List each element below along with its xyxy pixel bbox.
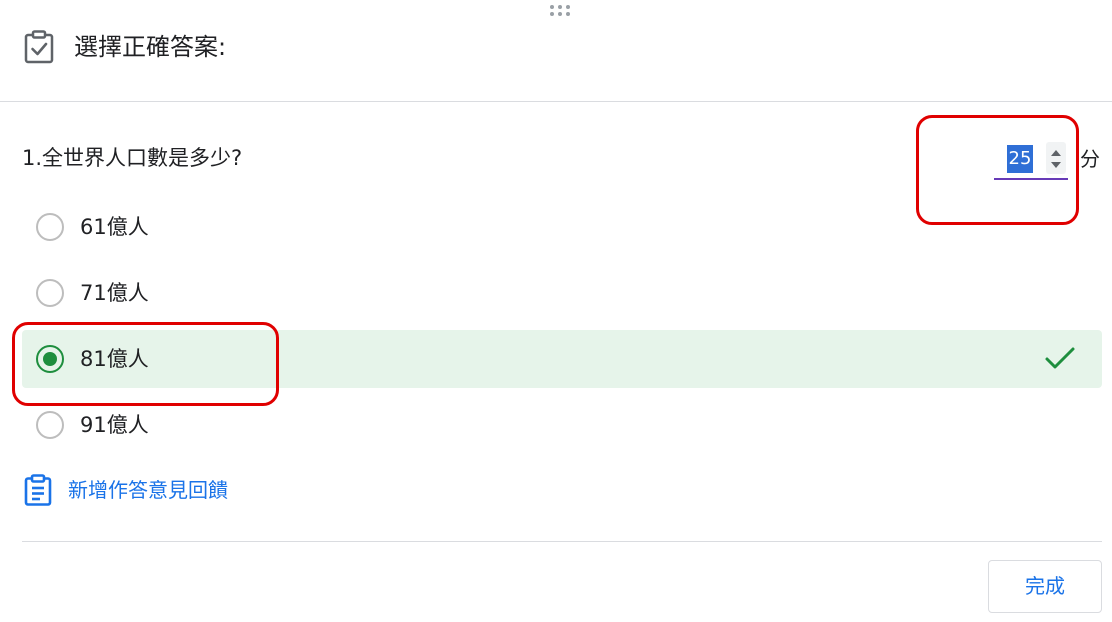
radio-button-selected[interactable] xyxy=(36,345,64,373)
feedback-clipboard-icon xyxy=(24,474,52,506)
decrement-arrow-icon[interactable] xyxy=(1051,162,1061,168)
assignment-check-icon xyxy=(24,30,54,64)
question-text: 1.全世界人口數是多少? xyxy=(22,146,243,170)
answer-option-1[interactable]: 61億人 xyxy=(22,198,1102,256)
points-value[interactable]: 25 xyxy=(1007,145,1033,173)
option-label: 91億人 xyxy=(80,413,149,437)
add-feedback-label[interactable]: 新增作答意見回饋 xyxy=(68,474,228,506)
option-label: 61億人 xyxy=(80,215,149,239)
points-field[interactable]: 25 xyxy=(994,140,1068,180)
panel-header: 選擇正確答案: xyxy=(0,0,1112,102)
answer-option-2[interactable]: 71億人 xyxy=(22,264,1102,322)
radio-button[interactable] xyxy=(36,411,64,439)
radio-selected-dot xyxy=(43,352,57,366)
answer-key-panel: 選擇正確答案: 1.全世界人口數是多少? 25 分 61億人 71億人 81億人… xyxy=(0,0,1112,622)
checkmark-icon xyxy=(1045,347,1075,369)
option-label: 71億人 xyxy=(80,281,149,305)
option-label: 81億人 xyxy=(80,347,149,371)
footer-divider xyxy=(22,541,1102,542)
points-unit-label: 分 xyxy=(1080,147,1100,171)
answer-option-3[interactable]: 81億人 xyxy=(22,330,1102,388)
increment-arrow-icon[interactable] xyxy=(1051,150,1061,156)
radio-button[interactable] xyxy=(36,213,64,241)
radio-button[interactable] xyxy=(36,279,64,307)
add-feedback-button[interactable]: 新增作答意見回饋 xyxy=(22,472,262,508)
panel-title: 選擇正確答案: xyxy=(74,33,227,61)
done-button[interactable]: 完成 xyxy=(988,560,1102,613)
points-stepper[interactable] xyxy=(1046,142,1066,174)
points-input[interactable]: 25 xyxy=(994,140,1068,180)
answer-option-4[interactable]: 91億人 xyxy=(22,396,1102,454)
